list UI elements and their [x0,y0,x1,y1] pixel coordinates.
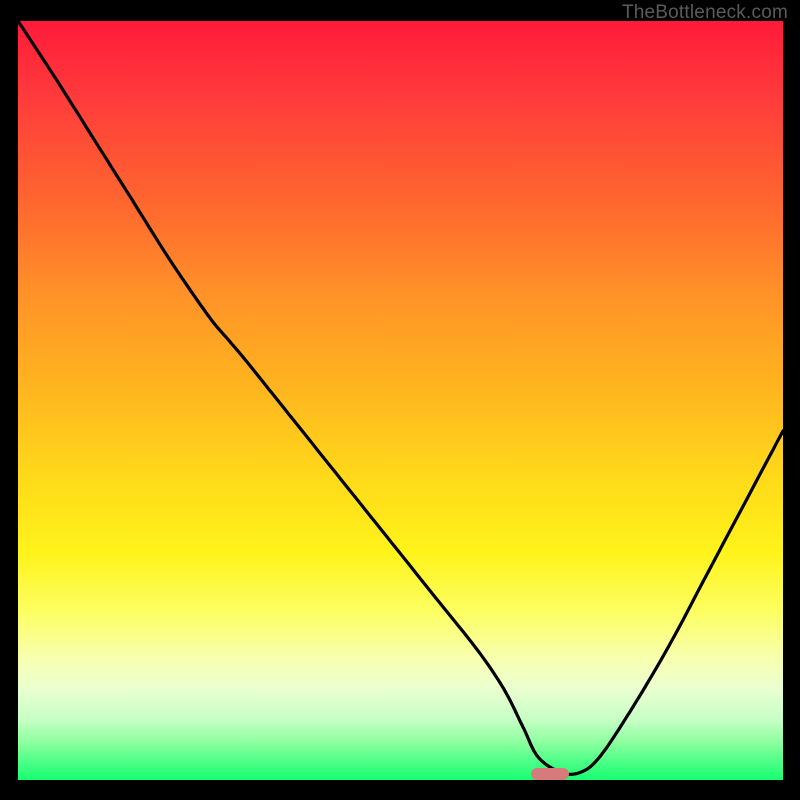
chart-frame: TheBottleneck.com [0,0,800,800]
bottleneck-curve [18,21,783,780]
optimum-marker [531,768,569,780]
watermark-text: TheBottleneck.com [622,2,788,24]
plot-area [18,21,783,780]
